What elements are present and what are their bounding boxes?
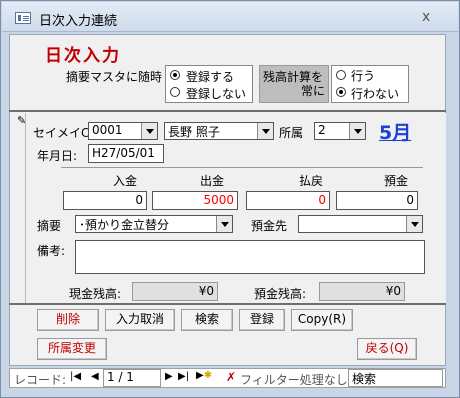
refund-field[interactable]: 0	[246, 191, 330, 210]
new-record-icon[interactable]: ▶✱	[196, 370, 212, 381]
summary-noregister-label: 登録しない	[186, 87, 247, 101]
id-value: 0001	[92, 123, 123, 137]
balance-dont-radio[interactable]	[336, 87, 346, 97]
page-heading: 日次入力	[45, 46, 121, 66]
cash-balance-value: ¥0	[198, 284, 214, 298]
savings-value: 0	[406, 193, 414, 207]
edit-pencil-icon: ✎	[17, 114, 27, 127]
section-divider-bottom	[9, 303, 446, 305]
withdraw-value: 5000	[203, 193, 234, 207]
navigation-search-field[interactable]: 検索	[348, 369, 443, 387]
dept-dropdown-button[interactable]	[349, 123, 365, 139]
form-icon	[15, 12, 31, 24]
balance-do-label: 行う	[351, 69, 376, 83]
dept-combo[interactable]: 2	[314, 122, 366, 140]
balance-do-radio[interactable]	[336, 70, 346, 80]
close-icon[interactable]: ⅹ	[422, 9, 430, 25]
section-divider-top	[9, 110, 446, 112]
refund-label: 払戻	[299, 174, 324, 188]
id-combo[interactable]: 0001	[88, 122, 158, 140]
name-combo[interactable]: 長野 照子	[164, 122, 274, 140]
summary-dropdown-button[interactable]	[216, 216, 232, 232]
deposit-field[interactable]: 0	[63, 191, 147, 210]
delete-button[interactable]: 削除	[37, 309, 99, 331]
title-bar: 日次入力連続 ⅹ	[2, 2, 458, 32]
summary-noregister-radio[interactable]	[170, 87, 180, 97]
dept-label: 所属	[279, 126, 304, 140]
savings-dest-label: 預金先	[251, 219, 288, 233]
register-button[interactable]: 登録	[239, 309, 285, 331]
name-dropdown-button[interactable]	[257, 123, 273, 139]
refund-value: 0	[318, 193, 326, 207]
note-field[interactable]	[75, 240, 425, 274]
last-record-icon[interactable]: ▶|	[178, 371, 189, 382]
withdraw-field[interactable]: 5000	[152, 191, 238, 210]
first-record-icon[interactable]: |◀	[70, 371, 81, 382]
summary-register-label: 登録する	[186, 70, 235, 84]
withdraw-label: 出金	[200, 174, 225, 188]
balance-dont-label: 行わない	[351, 87, 400, 101]
record-position-value: 1 / 1	[107, 370, 134, 384]
search-button[interactable]: 検索	[181, 309, 233, 331]
navigation-search-label: 検索	[352, 372, 377, 386]
savings-balance-label: 預金残高:	[254, 287, 307, 301]
summary-label: 摘要	[37, 219, 62, 233]
savings-balance-field: ¥0	[319, 282, 405, 301]
dept-value: 2	[318, 123, 326, 137]
copy-button[interactable]: Copy(R)	[291, 309, 353, 331]
summary-register-radio[interactable]	[170, 70, 180, 80]
filter-status-label: フィルター処理なし	[240, 373, 348, 387]
balance-calc-label-2: 常に	[301, 84, 326, 98]
date-value: H27/05/01	[92, 146, 155, 160]
name-value: 長野 照子	[168, 125, 220, 139]
deposit-label: 入金	[113, 174, 138, 188]
month-link[interactable]: 5月	[379, 118, 411, 145]
date-field[interactable]: H27/05/01	[88, 144, 164, 163]
amounts-divider	[61, 167, 423, 168]
summary-value: ･預かり金立替分	[79, 218, 170, 232]
summary-combo[interactable]: ･預かり金立替分	[75, 215, 233, 233]
cash-balance-field: ¥0	[132, 282, 218, 301]
deposit-value: 0	[135, 193, 143, 207]
savings-dest-combo[interactable]	[298, 215, 423, 233]
savings-dest-dropdown-button[interactable]	[406, 216, 422, 232]
cash-balance-label: 現金残高:	[69, 287, 122, 301]
filter-icon[interactable]: ✗	[226, 370, 236, 384]
summary-master-label: 摘要マスタに随時	[66, 70, 163, 84]
dept-change-button[interactable]: 所属変更	[37, 338, 107, 360]
back-button[interactable]: 戻る(Q)	[357, 338, 417, 360]
savings-label: 預金	[384, 174, 409, 188]
record-position-field[interactable]: 1 / 1	[103, 369, 161, 387]
record-navigation-bar: レコード: |◀ ◀ 1 / 1 ▶ ▶| ▶✱ ✗ フィルター処理なし 検索	[9, 368, 446, 388]
prev-record-icon[interactable]: ◀	[91, 371, 99, 382]
cancel-input-button[interactable]: 入力取消	[105, 309, 175, 331]
date-label: 年月日:	[37, 149, 78, 163]
window-title: 日次入力連続	[39, 14, 118, 29]
savings-field[interactable]: 0	[336, 191, 418, 210]
window: 日次入力連続 ⅹ 日次入力 摘要マスタに随時 登録する 登録しない 残高計算を …	[0, 0, 460, 398]
record-label: レコード:	[14, 373, 67, 387]
savings-balance-value: ¥0	[385, 284, 401, 298]
note-label: 備考:	[37, 244, 66, 258]
next-record-icon[interactable]: ▶	[165, 371, 173, 382]
id-dropdown-button[interactable]	[141, 123, 157, 139]
